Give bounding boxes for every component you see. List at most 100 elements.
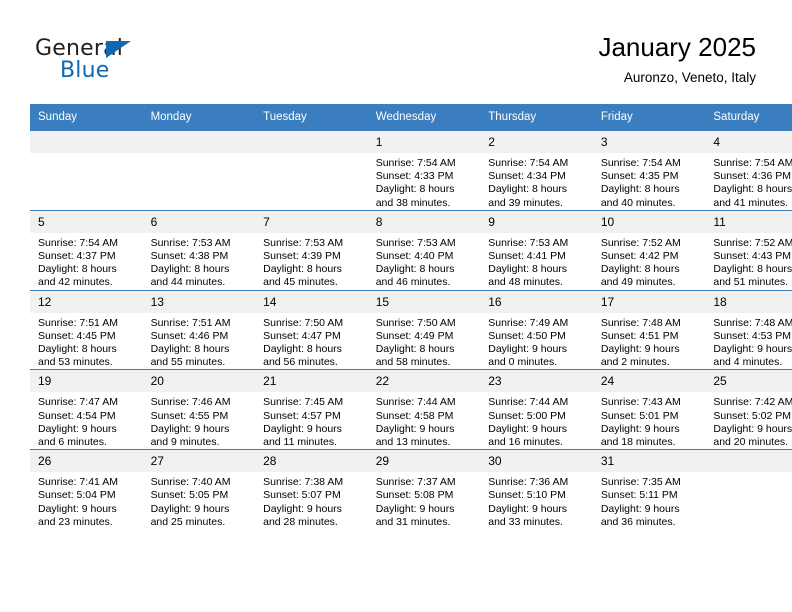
calendar-day-cell[interactable]: 26 Sunrise: 7:41 AM Sunset: 5:04 PM Dayligh… bbox=[30, 449, 143, 530]
calendar-day-cell[interactable]: 7 Sunrise: 7:53 AM Sunset: 4:39 PM Daylight… bbox=[255, 209, 368, 291]
calendar-day-cell[interactable]: 20 Sunrise: 7:46 AM Sunset: 4:55 PM Dayligh… bbox=[142, 369, 256, 450]
daylight-line2-text: and 55 minutes. bbox=[150, 356, 226, 369]
calendar-day-cell[interactable]: 23 Sunrise: 7:44 AM Sunset: 5:00 PM Dayligh… bbox=[480, 369, 593, 450]
day-number: 13 bbox=[142, 290, 256, 313]
daylight-line2-text: and 20 minutes. bbox=[713, 436, 789, 449]
calendar-day-cell[interactable]: 24 Sunrise: 7:43 AM Sunset: 5:01 PM Dayligh… bbox=[592, 369, 706, 450]
day-details: Sunrise: 7:48 AM Sunset: 4:53 PM Daylight:… bbox=[705, 313, 792, 370]
calendar-week-row: 1 Sunrise: 7:54 AM Sunset: 4:33 PM Daylight… bbox=[30, 130, 792, 211]
calendar-day-cell[interactable]: 11 Sunrise: 7:52 AM Sunset: 4:43 PM Dayligh… bbox=[705, 209, 792, 291]
calendar-day-cell[interactable]: 30 Sunrise: 7:36 AM Sunset: 5:10 PM Dayligh… bbox=[480, 449, 593, 530]
daylight-line1-text: Daylight: 9 hours bbox=[375, 422, 455, 435]
sunset-text: Sunset: 4:41 PM bbox=[488, 250, 566, 263]
calendar-header-row: Sunday Monday Tuesday Wednesday Thursday… bbox=[30, 104, 792, 131]
weekday-header-tuesday: Tuesday bbox=[255, 104, 368, 131]
page-header: General Blue January 2025 Auronzo, Venet… bbox=[0, 0, 792, 100]
sunrise-text: Sunrise: 7:54 AM bbox=[713, 157, 792, 169]
calendar-day-cell[interactable]: 21 Sunrise: 7:45 AM Sunset: 4:57 PM Dayligh… bbox=[255, 369, 368, 450]
calendar-day-cell[interactable]: 15 Sunrise: 7:50 AM Sunset: 4:49 PM Dayligh… bbox=[367, 289, 481, 370]
sunset-text: Sunset: 5:08 PM bbox=[375, 489, 454, 502]
day-details: Sunrise: 7:45 AM Sunset: 4:57 PM Daylight:… bbox=[255, 392, 368, 449]
sunset-text: Sunset: 4:39 PM bbox=[263, 250, 341, 263]
sunset-text: Sunset: 5:05 PM bbox=[150, 489, 229, 502]
daylight-line2-text: and 28 minutes. bbox=[263, 515, 338, 528]
daylight-line2-text: and 41 minutes. bbox=[713, 196, 789, 209]
calendar-day-cell[interactable]: 1 Sunrise: 7:54 AM Sunset: 4:33 PM Daylight… bbox=[367, 130, 481, 211]
calendar-day-cell[interactable]: 9 Sunrise: 7:53 AM Sunset: 4:41 PM Daylight… bbox=[480, 209, 593, 291]
calendar-day-cell[interactable]: 17 Sunrise: 7:48 AM Sunset: 4:51 PM Dayligh… bbox=[592, 289, 706, 370]
day-details: Sunrise: 7:53 AM Sunset: 4:39 PM Daylight:… bbox=[255, 233, 368, 290]
calendar-week-row: 12 Sunrise: 7:51 AM Sunset: 4:45 PM Dayligh… bbox=[30, 289, 792, 370]
day-number: 5 bbox=[30, 210, 143, 233]
calendar-day-cell[interactable]: 29 Sunrise: 7:37 AM Sunset: 5:08 PM Dayligh… bbox=[367, 449, 481, 530]
calendar-day-cell[interactable]: 12 Sunrise: 7:51 AM Sunset: 4:45 PM Dayligh… bbox=[30, 289, 143, 370]
calendar-day-cell[interactable]: 6 Sunrise: 7:53 AM Sunset: 4:38 PM Daylight… bbox=[142, 209, 256, 291]
sunrise-text: Sunrise: 7:54 AM bbox=[488, 157, 569, 169]
daylight-line1-text: Daylight: 8 hours bbox=[375, 183, 455, 196]
daylight-line1-text: Daylight: 8 hours bbox=[150, 343, 230, 356]
day-number: 29 bbox=[367, 450, 481, 473]
sunrise-text: Sunrise: 7:46 AM bbox=[150, 396, 231, 409]
sunset-text: Sunset: 4:34 PM bbox=[488, 170, 566, 183]
calendar-page: General Blue January 2025 Auronzo, Venet… bbox=[0, 0, 792, 612]
day-number: 12 bbox=[30, 290, 143, 313]
sunrise-text: Sunrise: 7:54 AM bbox=[600, 157, 681, 169]
daylight-line2-text: and 51 minutes. bbox=[713, 276, 789, 289]
sunrise-text: Sunrise: 7:51 AM bbox=[38, 316, 118, 329]
calendar-day-cell[interactable]: 3 Sunrise: 7:54 AM Sunset: 4:35 PM Daylight… bbox=[592, 130, 706, 211]
sunset-text: Sunset: 5:02 PM bbox=[713, 409, 792, 422]
daylight-line1-text: Daylight: 9 hours bbox=[488, 343, 568, 356]
calendar-day-cell[interactable]: 25 Sunrise: 7:42 AM Sunset: 5:02 PM Dayligh… bbox=[705, 369, 792, 450]
day-number: 17 bbox=[592, 290, 706, 313]
page-subtitle: Auronzo, Veneto, Italy bbox=[623, 70, 756, 85]
sunset-text: Sunset: 5:00 PM bbox=[488, 409, 566, 422]
daylight-line1-text: Daylight: 9 hours bbox=[488, 422, 568, 435]
calendar-day-cell[interactable]: 22 Sunrise: 7:44 AM Sunset: 4:58 PM Dayligh… bbox=[367, 369, 481, 450]
sunset-text: Sunset: 5:11 PM bbox=[600, 489, 678, 502]
sunset-text: Sunset: 4:38 PM bbox=[150, 250, 229, 263]
calendar-day-cell[interactable]: 10 Sunrise: 7:52 AM Sunset: 4:42 PM Dayligh… bbox=[592, 209, 706, 291]
sunset-text: Sunset: 4:36 PM bbox=[713, 170, 792, 183]
day-details: Sunrise: 7:47 AM Sunset: 4:54 PM Daylight:… bbox=[30, 392, 143, 449]
day-number: 21 bbox=[255, 370, 368, 393]
daylight-line1-text: Daylight: 8 hours bbox=[263, 263, 342, 276]
calendar-day-cell[interactable]: 31 Sunrise: 7:35 AM Sunset: 5:11 PM Dayligh… bbox=[592, 449, 706, 530]
calendar-day-cell[interactable]: 19 Sunrise: 7:47 AM Sunset: 4:54 PM Dayligh… bbox=[30, 369, 143, 450]
sunset-text: Sunset: 5:01 PM bbox=[600, 409, 679, 422]
daylight-line1-text: Daylight: 8 hours bbox=[38, 263, 117, 276]
sunset-text: Sunset: 4:37 PM bbox=[38, 250, 116, 263]
daylight-line1-text: Daylight: 9 hours bbox=[488, 502, 568, 515]
weekday-header-sunday: Sunday bbox=[30, 104, 143, 131]
calendar-day-cell[interactable]: 27 Sunrise: 7:40 AM Sunset: 5:05 PM Dayligh… bbox=[142, 449, 256, 530]
calendar-day-cell[interactable]: 28 Sunrise: 7:38 AM Sunset: 5:07 PM Dayligh… bbox=[255, 449, 368, 530]
calendar-day-cell[interactable]: 2 Sunrise: 7:54 AM Sunset: 4:34 PM Daylight… bbox=[480, 130, 593, 211]
day-details: Sunrise: 7:41 AM Sunset: 5:04 PM Daylight:… bbox=[30, 472, 143, 529]
daylight-line1-text: Daylight: 8 hours bbox=[375, 263, 455, 276]
daylight-line1-text: Daylight: 9 hours bbox=[150, 502, 230, 515]
calendar-day-cell[interactable]: 8 Sunrise: 7:53 AM Sunset: 4:40 PM Daylight… bbox=[367, 209, 481, 291]
calendar-day-cell[interactable]: 5 Sunrise: 7:54 AM Sunset: 4:37 PM Daylight… bbox=[30, 209, 143, 291]
sunrise-text: Sunrise: 7:44 AM bbox=[488, 396, 569, 409]
calendar-day-cell[interactable]: 13 Sunrise: 7:51 AM Sunset: 4:46 PM Dayligh… bbox=[142, 289, 256, 370]
day-number: 3 bbox=[592, 131, 706, 153]
calendar-day-cell[interactable]: 18 Sunrise: 7:48 AM Sunset: 4:53 PM Dayligh… bbox=[705, 289, 792, 370]
calendar-day-cell[interactable]: 14 Sunrise: 7:50 AM Sunset: 4:47 PM Dayligh… bbox=[255, 289, 368, 370]
sunset-text: Sunset: 4:57 PM bbox=[263, 409, 341, 422]
calendar-day-cell-empty bbox=[30, 130, 143, 211]
daylight-line1-text: Daylight: 8 hours bbox=[488, 263, 568, 276]
daylight-line1-text: Daylight: 8 hours bbox=[38, 343, 117, 356]
calendar-day-cell-empty bbox=[142, 130, 256, 211]
daylight-line1-text: Daylight: 9 hours bbox=[713, 343, 792, 356]
day-number: 27 bbox=[142, 450, 256, 473]
day-number: 18 bbox=[705, 290, 792, 313]
daylight-line1-text: Daylight: 9 hours bbox=[600, 343, 680, 356]
day-number: 14 bbox=[255, 290, 368, 313]
day-details: Sunrise: 7:50 AM Sunset: 4:49 PM Daylight:… bbox=[368, 313, 481, 370]
daylight-line2-text: and 33 minutes. bbox=[488, 515, 563, 528]
general-blue-logo[interactable]: General Blue bbox=[35, 36, 215, 86]
sunset-text: Sunset: 4:45 PM bbox=[38, 329, 116, 342]
daylight-line1-text: Daylight: 9 hours bbox=[150, 422, 230, 435]
calendar-day-cell[interactable]: 16 Sunrise: 7:49 AM Sunset: 4:50 PM Dayligh… bbox=[480, 289, 593, 370]
day-details: Sunrise: 7:54 AM Sunset: 4:36 PM Daylight:… bbox=[705, 153, 792, 210]
calendar-day-cell[interactable]: 4 Sunrise: 7:54 AM Sunset: 4:36 PM Daylight… bbox=[705, 130, 792, 211]
